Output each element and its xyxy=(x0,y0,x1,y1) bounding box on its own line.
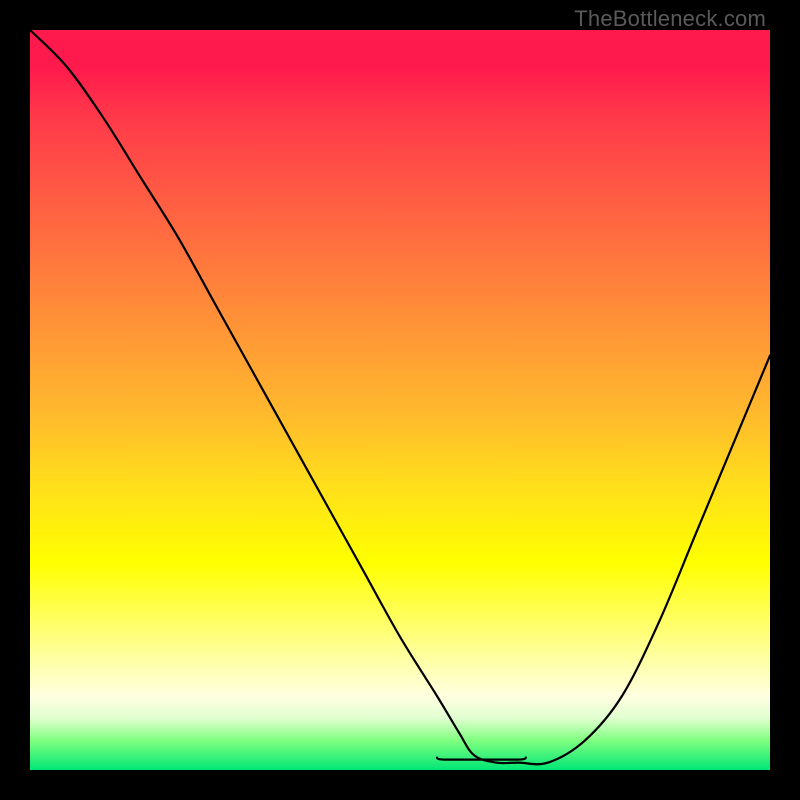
chart-frame: TheBottleneck.com xyxy=(0,0,800,800)
attribution-text: TheBottleneck.com xyxy=(574,6,766,32)
plot-area xyxy=(30,30,770,770)
curve-svg xyxy=(30,30,770,770)
bottleneck-curve xyxy=(30,30,770,764)
